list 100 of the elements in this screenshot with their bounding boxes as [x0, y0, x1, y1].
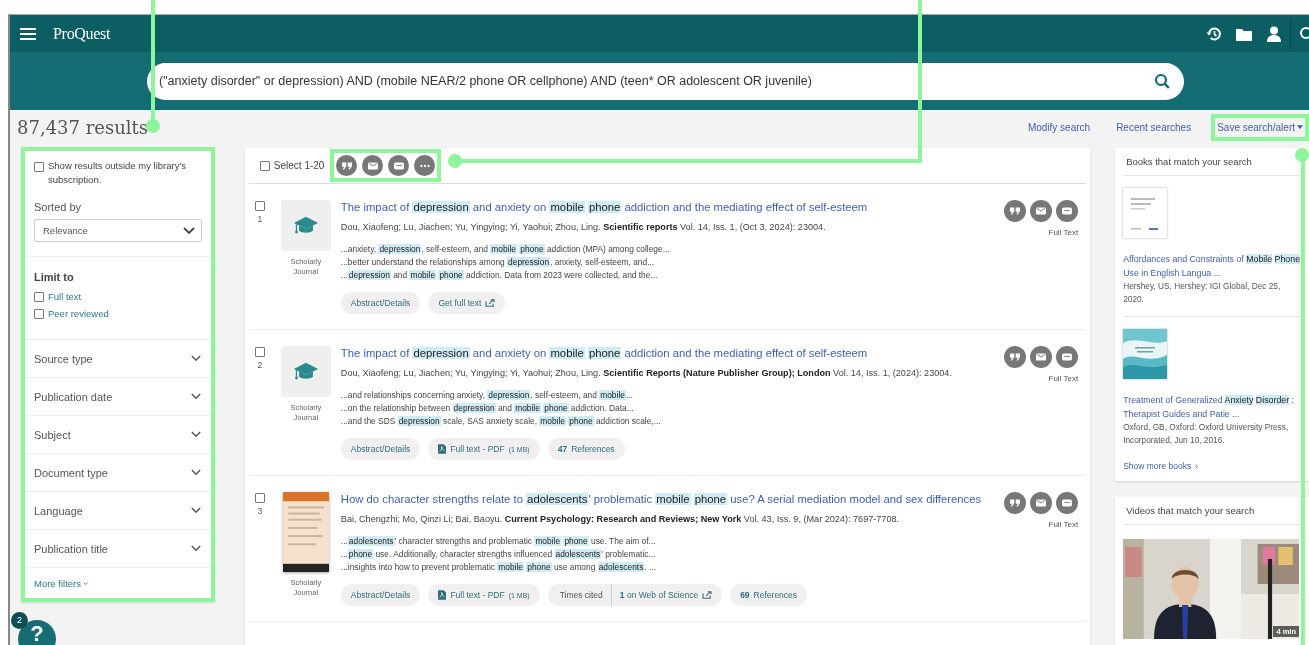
result-number: 1: [257, 214, 263, 224]
web-of-science-link[interactable]: 1 on Web of Science: [611, 590, 723, 600]
print-button[interactable]: [388, 155, 410, 176]
logo[interactable]: ProQuest: [53, 24, 111, 43]
filter-facet[interactable]: Document type: [25, 454, 211, 492]
sort-label: Sorted by: [34, 201, 83, 213]
filter-facet[interactable]: Publication title: [25, 530, 211, 568]
print-button[interactable]: [1056, 346, 1079, 368]
checkbox[interactable]: [34, 162, 44, 172]
search-field[interactable]: ("anxiety disorder" or depression) AND (mobile NEAR/2 phone OR cellphone) AND (teen* OR adolescent OR juvenile): [147, 62, 1184, 100]
quote-icon: [1010, 207, 1021, 215]
menu-icon[interactable]: [20, 26, 36, 41]
checkbox[interactable]: [254, 201, 265, 211]
email-button[interactable]: [1030, 492, 1053, 514]
card-heading: Videos that match your search: [1123, 497, 1301, 525]
result-title-link[interactable]: How do character strengths relate to adolescents' problematic mobile phone use? A serial mediation model and sex differences: [340, 492, 997, 507]
snippet-text: ...anxiety, depression, self-esteem, and mobile phone addiction (MPA) among college...: [340, 243, 671, 256]
select-all-label: Select 1-20: [273, 160, 325, 171]
print-button[interactable]: [1056, 492, 1079, 514]
checkbox-label: Show results outside my library's subscription.: [48, 159, 188, 187]
chevron-right-icon: [1194, 463, 1200, 469]
cite-button[interactable]: [336, 155, 358, 176]
checkbox[interactable]: [34, 292, 44, 302]
filter-facet[interactable]: Publication date: [25, 378, 211, 416]
abstract-link[interactable]: Abstract/Details: [340, 438, 421, 460]
caret-icon: [1297, 125, 1303, 129]
chevron-down-icon: [190, 431, 201, 438]
book-publication-text: Hershey, US, Hershey: IGI Global, Dec 25, 2020.: [1123, 280, 1282, 306]
book-publication-text: Oxford, GB, Oxford: Oxford University Press, Incorporated, Jun 10, 2016.: [1123, 421, 1290, 447]
graduation-cap-icon: [292, 361, 319, 382]
checkbox-label: Peer reviewed: [48, 308, 109, 319]
history-icon[interactable]: [1206, 25, 1222, 42]
citation-text: Dou, Xiaofeng; Lu, Jiachen; Yu, Yingying; Yi, Yaohui; Zhou, Ling. Scientific Reports (Nature Publisher Group); London Vol. 14, Iss. 1, (2024): 23004.: [340, 368, 953, 378]
user-icon[interactable]: [1266, 25, 1282, 42]
snippet-text: ...phone use. Additionally, character strengths influenced adolescents' problematic...: [340, 548, 657, 561]
book-title-link[interactable]: Treatment of Generalized Anxiety Disorder : Therapist Guides and Patie ...: [1123, 393, 1301, 421]
times-cited-label: Times cited: [547, 584, 612, 606]
references-link[interactable]: 47 References: [547, 438, 625, 460]
email-button[interactable]: [362, 155, 384, 176]
result-title-link[interactable]: The impact of depression and anxiety on mobile phone addiction and the mediating effect of self-esteem: [340, 200, 997, 215]
full-text-link[interactable]: Get full text: [428, 292, 506, 314]
email-button[interactable]: [1030, 346, 1053, 368]
cite-button[interactable]: [1004, 346, 1027, 368]
external-link-icon: [485, 299, 496, 307]
print-icon: [1062, 353, 1073, 361]
snippet-text: ...on the relationship between depression and mobile phone addiction. Data...: [340, 402, 635, 415]
cite-button[interactable]: [1004, 492, 1027, 514]
book-title-link[interactable]: Affordances and Constraints of Mobile Phone Use in English Langua ...: [1123, 252, 1301, 280]
chevron-down-icon: [182, 226, 195, 235]
checkbox[interactable]: [34, 309, 44, 319]
filter-facet[interactable]: Source type: [25, 340, 211, 378]
chevron-down-icon: [190, 393, 201, 400]
result-title-link[interactable]: The impact of depression and anxiety on mobile phone addiction and the mediating effect of self-esteem: [340, 346, 997, 361]
references-link[interactable]: 69 References: [730, 584, 808, 606]
email-button[interactable]: [1030, 200, 1053, 222]
print-button[interactable]: [1056, 200, 1079, 222]
checkbox-label: Full text: [48, 291, 82, 302]
external-link-icon: [702, 591, 713, 599]
results-count: 87,437 results: [17, 116, 149, 138]
envelope-icon: [1036, 499, 1047, 507]
filter-facet[interactable]: Subject: [25, 416, 211, 454]
search-link[interactable]: Save search/alert: [1211, 113, 1309, 141]
print-icon: [393, 161, 404, 170]
envelope-icon: [1036, 207, 1047, 215]
snippet-text: ...adolescents' character strengths and problematic mobile phone use. The aim of...: [340, 535, 657, 548]
snippet-text: ...and relationships concerning anxiety, depression, self-esteem, and mobile...: [340, 389, 634, 402]
cite-button[interactable]: [1004, 200, 1027, 222]
checkbox[interactable]: [254, 347, 265, 357]
chevron-down-icon: [190, 545, 201, 552]
print-icon: [1062, 207, 1073, 215]
graduation-cap-icon: [292, 215, 319, 236]
search-icon[interactable]: [1154, 72, 1170, 89]
snippet-text: ...and the SDS depression scale, SAS anxiety scale, mobile phone addiction scale,...: [340, 415, 662, 428]
show-more-books-link[interactable]: Show more books: [1123, 461, 1301, 471]
snippet-text: ...better understand the relationships among depression, anxiety, self-esteem, and...: [340, 256, 656, 269]
availability-label: Full Text: [1048, 228, 1079, 237]
snippet-text: ...insights into how to prevent problematic mobile phone use among adolescents. ...: [340, 561, 657, 574]
chevron-down-icon: [83, 581, 88, 586]
abstract-link[interactable]: Abstract/Details: [340, 292, 421, 314]
more-button[interactable]: [414, 155, 436, 176]
availability-label: Full Text: [1048, 374, 1079, 383]
checkbox[interactable]: [254, 493, 265, 503]
abstract-link[interactable]: Abstract/Details: [340, 584, 421, 606]
quote-icon: [341, 161, 352, 170]
sort-dropdown[interactable]: Relevance: [34, 219, 202, 242]
search-link[interactable]: Recent searches: [1110, 113, 1198, 141]
search-link[interactable]: Modify search: [1021, 113, 1097, 141]
print-icon: [1062, 499, 1073, 507]
chevron-down-icon: [190, 469, 201, 476]
checkbox[interactable]: [259, 160, 270, 171]
filter-facet[interactable]: Language: [25, 492, 211, 530]
quote-icon: [1010, 499, 1021, 507]
citation-text: Bai, Chengzhi; Mo, Qinzi Li; Bai, Baoyu. Current Psychology: Research and Reviews; New York Vol. 43, Iss. 9, (Mar 2024): 7697-7708.: [340, 514, 901, 524]
limit-heading: Limit to: [34, 271, 75, 283]
result-number: 3: [257, 506, 263, 516]
chevron-down-icon: [190, 355, 201, 362]
envelope-icon: [367, 161, 378, 170]
snippet-text: ...depression and mobile phone addiction. Data from 2023 were collected, and the...: [340, 269, 659, 282]
more-filters-link[interactable]: More filters: [25, 568, 211, 598]
quote-icon: [1010, 353, 1021, 361]
